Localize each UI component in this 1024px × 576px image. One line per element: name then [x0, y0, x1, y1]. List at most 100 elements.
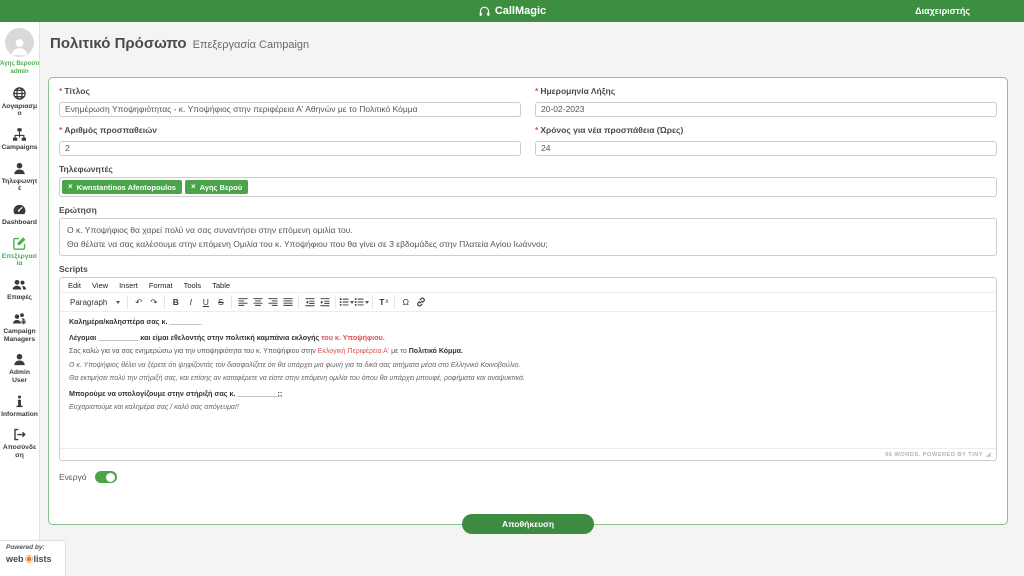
main-content: Πολιτικό Πρόσωπο Επεξεργασία Campaign *Τ…: [40, 22, 1024, 576]
toolbar-group: [335, 295, 372, 309]
operators-tags-box[interactable]: ×Kwnstantinos Afentopoulos×Αγης Βερού: [59, 177, 997, 197]
users-gear-icon: [12, 311, 27, 326]
align-left-icon[interactable]: [235, 295, 250, 309]
sidebar-user: Άγης Βερούτης admin: [0, 60, 39, 76]
editor-menu-view[interactable]: View: [92, 281, 108, 290]
script-segment: Ο κ. Υποψήφιος θέλει να ξέρετε ότι ψηφίζ…: [69, 362, 520, 369]
outdent-icon[interactable]: [302, 295, 317, 309]
user-admin-icon: [12, 352, 27, 367]
sidebar-item-label: Campaign Managers: [1, 328, 38, 343]
resize-handle-icon[interactable]: ◢: [986, 451, 991, 458]
editor-menu-insert[interactable]: Insert: [119, 281, 138, 290]
sidebar-item-label: Τηλεφωνητέ: [1, 178, 38, 193]
align-center-icon[interactable]: [250, 295, 265, 309]
active-toggle[interactable]: [95, 471, 117, 483]
script-line: Σας καλώ για να σας ενημερώσω για την υπ…: [69, 348, 987, 355]
globe-icon: [12, 86, 27, 101]
chevron-down-icon: [365, 301, 369, 304]
attempts-input[interactable]: [59, 141, 521, 156]
toolbar-group: [231, 295, 298, 309]
sidebar-item-dashboard[interactable]: Dashboard: [0, 197, 39, 231]
field-question: Ερώτηση Ο κ. Υποψήφιος θα χαρεί πολύ να …: [59, 205, 997, 256]
headset-icon: [478, 5, 491, 18]
script-line: Καλημέρα/καλησπέρα σας κ. ________: [69, 317, 987, 326]
toolbar-groups: ↶↷BIUSTxΩ: [127, 295, 431, 309]
sidebar-item-campaigns[interactable]: Campaigns: [0, 122, 39, 156]
remove-tag-icon[interactable]: ×: [68, 183, 73, 191]
retry-hours-input[interactable]: [535, 141, 997, 156]
attempts-label: Αριθμός προσπαθειών: [64, 125, 157, 135]
sidebar-item-accounts[interactable]: Λογαριασμο: [0, 81, 39, 122]
paragraph-format-select[interactable]: Paragraph: [63, 298, 127, 307]
sidebar-item-label: Campaigns: [1, 144, 37, 152]
active-toggle-row: Ενεργό: [59, 471, 997, 483]
sidebar-item-label: Επεξεργασία: [1, 253, 38, 268]
format-select-value: Paragraph: [70, 298, 107, 307]
italic-icon[interactable]: I: [183, 295, 198, 309]
powered-by-box: Powered by: web lists: [0, 540, 66, 576]
toggle-knob: [106, 473, 115, 482]
sidebar-item-edit[interactable]: Επεξεργασία: [0, 231, 39, 272]
bold-icon[interactable]: B: [168, 295, 183, 309]
chevron-down-icon: [116, 301, 120, 304]
script-segment: Ευχαριστούμε και καλημέρα σας / καλό σας…: [69, 404, 239, 411]
redo-icon[interactable]: ↷: [146, 295, 161, 309]
expiry-date-input[interactable]: [535, 102, 997, 117]
brand-name: CallMagic: [495, 5, 546, 17]
sidebar-user-name: Άγης Βερούτης: [0, 60, 39, 68]
avatar[interactable]: [5, 28, 34, 57]
sidebar-nav: Λογαριασμο Campaigns Τηλεφωνητέ Dashboard Επ…: [0, 81, 39, 464]
sidebar-item-campaign-managers[interactable]: Campaign Managers: [0, 306, 39, 347]
script-segment: Καλημέρα/καλησπέρα σας κ. ________: [69, 317, 201, 326]
question-textarea[interactable]: Ο κ. Υποψήφιος θα χαρεί πολύ να σας συνα…: [59, 218, 997, 256]
editor-menu-table[interactable]: Table: [212, 281, 230, 290]
required-asterisk: *: [535, 86, 538, 96]
editor-menu-format[interactable]: Format: [149, 281, 173, 290]
remove-tag-icon[interactable]: ×: [191, 183, 196, 191]
user-role-menu[interactable]: Διαχειριστής: [915, 0, 970, 22]
align-justify-icon[interactable]: [280, 295, 295, 309]
align-right-icon[interactable]: [265, 295, 280, 309]
sitemap-icon: [12, 127, 27, 142]
bullet-list-icon[interactable]: [339, 295, 354, 309]
users-icon: [12, 277, 27, 292]
scripts-label: Scripts: [59, 264, 997, 274]
editor-menu-edit[interactable]: Edit: [68, 281, 81, 290]
script-segment: Σας καλώ για να σας ενημερώσω για την υπ…: [69, 348, 318, 355]
title-input[interactable]: [59, 102, 521, 117]
operator-tag-label: Kwnstantinos Afentopoulos: [77, 183, 176, 192]
strikethrough-icon[interactable]: S: [213, 295, 228, 309]
sidebar-item-logout[interactable]: Αποσύνδεση: [0, 422, 39, 463]
edit-icon: [12, 236, 27, 251]
page-title: Πολιτικό Πρόσωπο: [50, 35, 187, 52]
sidebar-item-admin-user[interactable]: Admin User: [0, 347, 39, 388]
script-line: Ευχαριστούμε και καλημέρα σας / καλό σας…: [69, 404, 987, 411]
toolbar-group: BIUS: [164, 295, 231, 309]
undo-icon[interactable]: ↶: [131, 295, 146, 309]
sidebar-item-operators[interactable]: Τηλεφωνητέ: [0, 156, 39, 197]
sidebar: Άγης Βερούτης admin Λογαριασμο Campaigns Τ…: [0, 22, 40, 576]
indent-icon[interactable]: [317, 295, 332, 309]
expiry-label: Ημερομηνία Λήξης: [540, 86, 615, 96]
clear-format-icon[interactable]: Tx: [376, 295, 391, 309]
underline-icon[interactable]: U: [198, 295, 213, 309]
editor-content[interactable]: Καλημέρα/καλησπέρα σας κ. ________Λέγομα…: [60, 312, 996, 448]
editor-statusbar: 96 WORDS. POWERED BY TINY ◢: [60, 448, 996, 460]
editor-menu-tools[interactable]: Tools: [184, 281, 202, 290]
save-button[interactable]: Αποθήκευση: [462, 514, 594, 534]
logout-icon: [12, 427, 27, 442]
sidebar-item-information[interactable]: Information: [0, 389, 39, 423]
sidebar-item-label: Dashboard: [2, 219, 37, 227]
link-icon[interactable]: [413, 295, 428, 309]
toolbar-group: ↶↷: [127, 295, 164, 309]
field-operators: Τηλεφωνητές ×Kwnstantinos Afentopoulos×Α…: [59, 164, 997, 197]
sidebar-user-role: admin: [0, 68, 39, 76]
retry-hours-label: Χρόνος για νέα προσπάθεια (Ώρες): [540, 125, 683, 135]
app: CallMagic Διαχειριστής Άγης Βερούτης adm…: [0, 0, 1024, 576]
weblists-globe-icon: [25, 555, 33, 563]
numbered-list-icon[interactable]: [354, 295, 369, 309]
info-icon: [12, 394, 27, 409]
special-character-icon[interactable]: Ω: [398, 295, 413, 309]
sidebar-item-contacts[interactable]: Επαφές: [0, 272, 39, 306]
user-icon: [12, 161, 27, 176]
